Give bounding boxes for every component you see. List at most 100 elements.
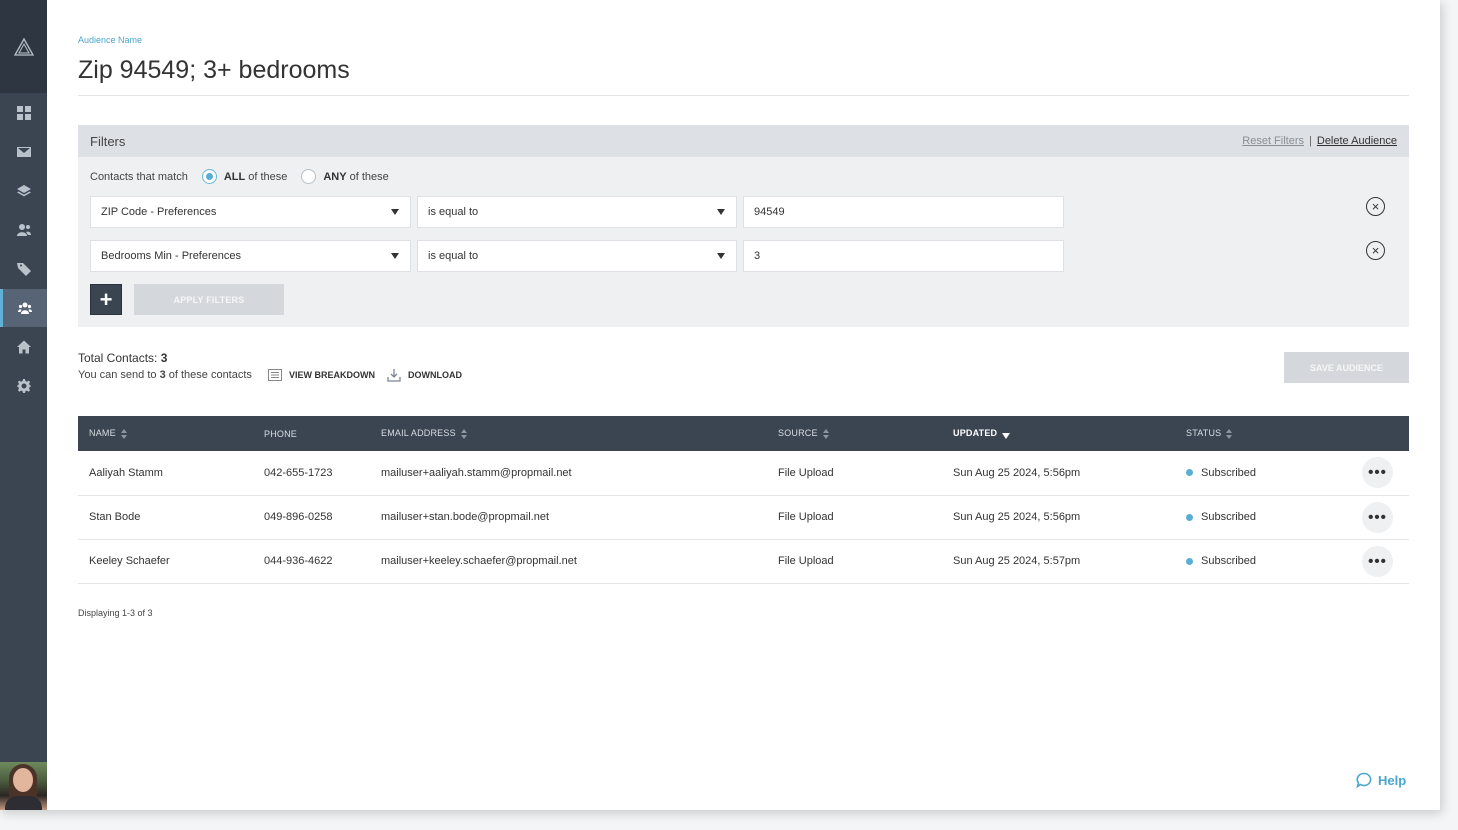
sidebar-item-audiences[interactable]: [0, 289, 47, 327]
view-breakdown-label: VIEW BREAKDOWN: [289, 370, 375, 380]
audience-icon: [18, 302, 32, 314]
sort-icon: [120, 428, 128, 439]
sort-icon: [822, 428, 830, 439]
filters-panel: Filters Reset Filters | Delete Audience Co…: [78, 125, 1409, 327]
cell-phone: 044-936-4622: [253, 539, 370, 584]
table-row[interactable]: Keeley Schaefer 044-936-4622 mailuser+ke…: [78, 539, 1409, 584]
row-more-button[interactable]: •••: [1362, 457, 1393, 489]
add-filter-button[interactable]: +: [90, 284, 122, 315]
match-mode: Contacts that match ALL of these ANY of …: [90, 169, 389, 184]
sidebar-item-settings[interactable]: [0, 367, 47, 405]
remove-filter-icon[interactable]: ×: [1366, 241, 1385, 260]
save-audience-button[interactable]: SAVE AUDIENCE: [1284, 352, 1409, 383]
remove-filter-icon[interactable]: ×: [1366, 197, 1385, 216]
cell-name: Aaliyah Stamm: [78, 451, 253, 496]
list-icon: [268, 369, 282, 381]
column-header-source[interactable]: SOURCE: [767, 416, 942, 451]
sidebar-item-dashboard[interactable]: [0, 94, 47, 132]
cell-email: mailuser+keeley.schaefer@propmail.net: [370, 539, 767, 584]
filters-header: Filters Reset Filters | Delete Audience: [78, 125, 1409, 157]
table-header-row: NAME PHONE EMAIL ADDRESS SOURCE UPDATED …: [78, 416, 1409, 451]
table-row[interactable]: Stan Bode 049-896-0258 mailuser+stan.bod…: [78, 495, 1409, 540]
download-button[interactable]: DOWNLOAD: [387, 368, 462, 382]
contacts-table: NAME PHONE EMAIL ADDRESS SOURCE UPDATED …: [78, 416, 1409, 584]
cell-source: File Upload: [767, 451, 942, 496]
filter-field-value: Bedrooms Min - Preferences: [101, 250, 241, 262]
sidebar: [0, 0, 47, 810]
cell-updated: Sun Aug 25 2024, 5:57pm: [942, 539, 1175, 584]
column-header-phone: PHONE: [264, 428, 298, 439]
match-all-option[interactable]: ALL of these: [201, 169, 287, 184]
match-any-option[interactable]: ANY of these: [301, 169, 389, 184]
sort-desc-icon: [1002, 429, 1011, 439]
cell-updated: Sun Aug 25 2024, 5:56pm: [942, 451, 1175, 496]
gear-icon: [16, 379, 31, 393]
view-breakdown-button[interactable]: VIEW BREAKDOWN: [268, 368, 375, 382]
sort-icon: [460, 428, 468, 439]
help-label: Help: [1378, 772, 1407, 788]
column-header-updated[interactable]: UPDATED: [942, 416, 1175, 451]
filter-value-input[interactable]: 94549: [743, 196, 1064, 228]
filter-row: Bedrooms Min - Preferences is equal to 3: [90, 240, 1064, 272]
total-contacts-label: Total Contacts:: [78, 351, 158, 365]
sendable-prefix: You can send to: [78, 369, 157, 381]
grid-icon: [16, 106, 31, 120]
table-row[interactable]: Aaliyah Stamm 042-655-1723 mailuser+aali…: [78, 451, 1409, 496]
column-header-status[interactable]: STATUS: [1175, 416, 1339, 451]
column-header-name[interactable]: NAME: [78, 416, 253, 451]
status-label: Subscribed: [1201, 555, 1257, 567]
column-header-actions: [1339, 416, 1409, 451]
sidebar-item-properties[interactable]: [0, 328, 47, 366]
match-all-radio[interactable]: [201, 169, 217, 184]
logo[interactable]: [0, 0, 47, 93]
filter-field-value: ZIP Code - Preferences: [101, 206, 217, 218]
audience-name-label: Audience Name: [78, 35, 143, 45]
match-any-text: of these: [349, 170, 389, 183]
row-more-button[interactable]: •••: [1362, 501, 1393, 533]
chat-bubble-icon: [1356, 772, 1372, 788]
reset-filters-link[interactable]: Reset Filters: [1242, 135, 1304, 147]
caret-down-icon: [391, 209, 399, 215]
filter-operator-select[interactable]: is equal to: [417, 240, 737, 272]
envelope-icon: [16, 147, 31, 157]
logo-icon: [13, 37, 34, 56]
column-header-email[interactable]: EMAIL ADDRESS: [370, 416, 767, 451]
page-title[interactable]: Zip 94549; 3+ bedrooms: [78, 56, 350, 85]
sidebar-item-tags[interactable]: [0, 250, 47, 288]
sidebar-item-layers[interactable]: [0, 172, 47, 210]
help-button[interactable]: Help: [1356, 772, 1406, 788]
apply-filters-button[interactable]: APPLY FILTERS: [134, 284, 284, 315]
app-window: Audience Name Zip 94549; 3+ bedrooms Fil…: [0, 0, 1440, 810]
match-any-radio[interactable]: [301, 169, 317, 184]
link-separator: |: [1309, 135, 1312, 147]
filter-row: ZIP Code - Preferences is equal to 94549: [90, 196, 1064, 228]
total-contacts-count: 3: [160, 351, 168, 365]
cell-source: File Upload: [767, 495, 942, 540]
filter-field-select[interactable]: Bedrooms Min - Preferences: [90, 240, 411, 272]
cell-status: Subscribed: [1175, 539, 1339, 584]
status-dot-icon: [1186, 513, 1193, 521]
row-more-button[interactable]: •••: [1362, 545, 1393, 577]
cell-name: Stan Bode: [78, 495, 253, 540]
cell-email: mailuser+stan.bode@propmail.net: [370, 495, 767, 540]
avatar[interactable]: [0, 762, 47, 810]
cell-phone: 049-896-0258: [253, 495, 370, 540]
contacts-icon: [16, 224, 31, 236]
status-label: Subscribed: [1201, 511, 1257, 523]
sendable-suffix: of these contacts: [168, 369, 252, 381]
filter-operator-value: is equal to: [428, 250, 479, 262]
cell-source: File Upload: [767, 539, 942, 584]
filter-field-select[interactable]: ZIP Code - Preferences: [90, 196, 411, 228]
sidebar-item-contacts[interactable]: [0, 211, 47, 249]
status-dot-icon: [1186, 469, 1193, 477]
sort-icon: [1226, 428, 1233, 439]
sidebar-item-mail[interactable]: [0, 133, 47, 171]
filter-operator-select[interactable]: is equal to: [417, 196, 737, 228]
filter-value-input[interactable]: 3: [743, 240, 1064, 272]
filter-operator-value: is equal to: [428, 206, 479, 218]
download-label: DOWNLOAD: [408, 370, 462, 380]
layers-icon: [16, 185, 31, 197]
total-contacts: Total Contacts: 3: [78, 351, 167, 365]
home-icon: [16, 340, 31, 354]
delete-audience-link[interactable]: Delete Audience: [1317, 135, 1397, 147]
